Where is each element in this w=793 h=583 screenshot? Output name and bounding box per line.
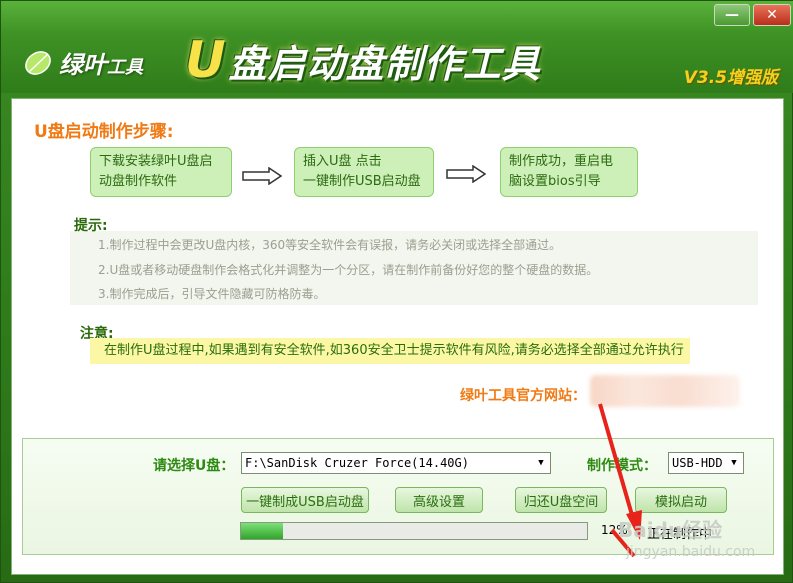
- watermark-logo: Baidu经验: [618, 518, 723, 542]
- tip-item: 3.制作完成后，引导文件隐藏可防格防毒。: [98, 287, 326, 301]
- close-button[interactable]: ✕: [753, 4, 791, 26]
- step-download: 下载安装绿叶U盘启 动盘制作软件: [90, 147, 232, 197]
- advanced-settings-button[interactable]: 高级设置: [395, 487, 483, 513]
- chevron-down-icon: ▼: [731, 458, 737, 468]
- close-icon: ✕: [766, 7, 778, 23]
- usb-select-label: 请选择U盘：: [153, 458, 235, 474]
- brand-logo: 绿叶工具: [23, 45, 143, 80]
- notice-text: 在制作U盘过程中,如果遇到有安全软件,如360安全卫士提示软件有风险,请务必选择…: [90, 338, 690, 364]
- chevron-down-icon: ▼: [538, 458, 544, 468]
- watermark-url: jingyan.baidu.com: [626, 544, 756, 560]
- title-bar: — ✕ 绿叶工具 U盘启动盘制作工具 V3.5增强版: [1, 1, 793, 93]
- content-area: U盘启动制作步骤: 下载安装绿叶U盘启 动盘制作软件 插入U盘 点击 一键制作USB…: [11, 98, 784, 575]
- restore-space-button[interactable]: 归还U盘空间: [515, 487, 607, 513]
- logo-text: 绿叶工具: [59, 51, 143, 79]
- usb-drive-select[interactable]: F:\SanDisk Cruzer Force(14.40G) ▼: [241, 452, 551, 474]
- arrow-right-icon: [446, 165, 486, 183]
- progress-fill: [241, 523, 283, 539]
- tip-item: 1.制作过程中会更改U盘内核，360等安全软件会有误报，请务必关闭或选择全部通过…: [98, 238, 562, 252]
- make-usb-button[interactable]: 一键制成USB启动盘: [241, 487, 369, 513]
- simulate-boot-button[interactable]: 模拟启动: [635, 487, 727, 513]
- step-insert: 插入U盘 点击 一键制作USB启动盘: [294, 147, 434, 197]
- minimize-button[interactable]: —: [714, 4, 750, 26]
- steps-title: U盘启动制作步骤:: [34, 122, 174, 142]
- tips-title: 提示:: [74, 218, 108, 234]
- step-success: 制作成功，重启电 脑设置bios引导: [500, 147, 638, 197]
- app-window: — ✕ 绿叶工具 U盘启动盘制作工具 V3.5增强版 U盘启动制作步骤: 下载安…: [0, 0, 793, 583]
- arrow-right-icon: [242, 167, 282, 185]
- official-site-label: 绿叶工具官方网站：: [460, 388, 586, 404]
- version-label: V3.5增强版: [683, 68, 778, 88]
- mode-select-label: 制作模式：: [587, 458, 657, 474]
- mode-select[interactable]: USB-HDD ▼: [668, 452, 744, 474]
- app-title: U盘启动盘制作工具: [185, 31, 541, 89]
- official-site-link[interactable]: [590, 375, 740, 407]
- leaf-icon: [25, 50, 51, 75]
- tip-item: 2.U盘或者移动硬盘制作会格式化并调整为一个分区，请在制作前备份好您的整个硬盘的…: [98, 263, 599, 277]
- minimize-icon: —: [725, 7, 739, 23]
- progress-bar: [240, 522, 588, 540]
